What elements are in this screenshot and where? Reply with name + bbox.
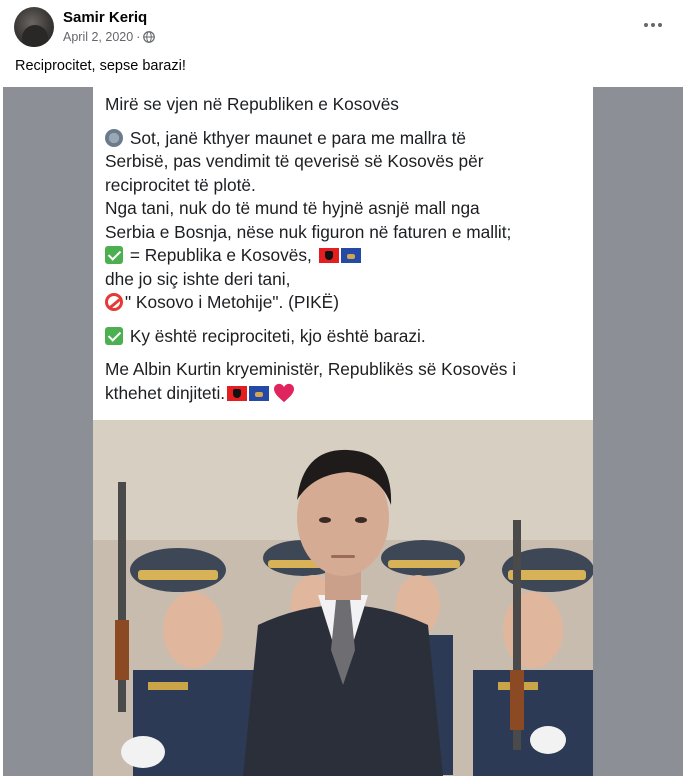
speaker-icon	[105, 128, 123, 147]
heart-icon	[274, 383, 295, 402]
image-text-line: Serbisë, pas vendimit të qeverisë së Kos…	[105, 151, 484, 171]
check-icon	[105, 246, 123, 264]
globe-icon[interactable]	[143, 31, 156, 43]
albania-flag-icon	[227, 385, 248, 401]
more-horizontal-icon[interactable]	[636, 14, 670, 36]
image-text-line: Me Albin Kurtin kryeministër, Republikës…	[105, 359, 517, 379]
post-header: Samir Keriq April 2, 2020 · Reciprocitet…	[0, 0, 685, 90]
post-meta: April 2, 2020 ·	[63, 30, 156, 44]
meta-separator: ·	[136, 30, 141, 44]
image-text-line: = Republika e Kosovës,	[105, 244, 591, 268]
image-text-block: Mirë se vjen në Republiken e Kosovës Sot…	[105, 93, 591, 405]
kosovo-flag-icon	[249, 385, 270, 401]
avatar[interactable]	[14, 7, 54, 47]
image-text-line: dhe jo siç ishte deri tani,	[105, 268, 291, 289]
post-image[interactable]: Mirë se vjen në Republiken e Kosovës Sot…	[3, 87, 683, 776]
image-card: Mirë se vjen në Republiken e Kosovës Sot…	[93, 87, 593, 776]
post-date[interactable]: April 2, 2020	[63, 30, 133, 44]
image-text-line: Sot, janë kthyer maunet e para me mallra…	[105, 127, 591, 151]
albania-flag-icon	[318, 248, 339, 263]
image-text-line: kthehet dinjiteti.	[105, 382, 591, 406]
image-text-line: Ky është reciprociteti, kjo është barazi…	[105, 325, 591, 349]
image-text-line: reciprocitet të plotë.	[105, 174, 256, 195]
check-icon	[105, 326, 123, 345]
image-text-line: " Kosovo i Metohije". (PIKË)	[105, 291, 591, 315]
image-text-line: Serbia e Bosnja, nëse nuk figuron në fat…	[105, 221, 512, 242]
image-text-line: Nga tani, nuk do të mund të hyjnë asnjë …	[105, 198, 480, 218]
image-heading: Mirë se vjen në Republiken e Kosovës	[105, 94, 399, 114]
politician-photo	[93, 420, 593, 776]
kosovo-flag-icon	[340, 248, 361, 263]
author-name[interactable]: Samir Keriq	[63, 9, 147, 26]
guard-scene-illustration	[93, 420, 593, 776]
post-caption: Reciprocitet, sepse barazi!	[15, 58, 186, 74]
no-entry-icon	[105, 293, 123, 311]
